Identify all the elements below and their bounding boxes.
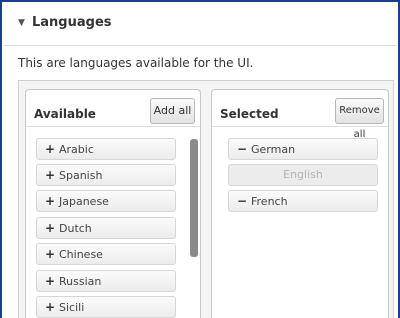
available-title: Available <box>34 107 96 121</box>
item-label: Sicili <box>59 301 85 314</box>
list-item[interactable]: − French <box>228 190 378 212</box>
languages-widget: ▼ Languages This are languages available… <box>0 0 400 318</box>
remove-all-button[interactable]: Remove all <box>335 98 384 140</box>
list-item-disabled: English <box>228 164 378 186</box>
item-label: Arabic <box>59 143 94 156</box>
list-item[interactable]: + Chinese <box>36 243 176 265</box>
plus-icon: + <box>45 247 56 261</box>
minus-icon: − <box>237 194 248 208</box>
item-label: Chinese <box>59 248 103 261</box>
item-label: Dutch <box>59 222 92 235</box>
section-description: This are languages available for the UI. <box>18 56 254 70</box>
plus-icon: + <box>45 142 56 156</box>
plus-icon: + <box>45 300 56 314</box>
list-item[interactable]: + Arabic <box>36 138 176 160</box>
item-label: Japanese <box>59 195 109 208</box>
plus-icon: + <box>45 274 56 288</box>
selected-list-box: Selected Remove all − German English − Fre… <box>211 89 389 318</box>
plus-icon: + <box>45 194 56 208</box>
available-list[interactable]: + Arabic + Spanish + Japanese + Dutch + Chine… <box>26 126 200 318</box>
list-item[interactable]: + Japanese <box>36 190 176 212</box>
list-item[interactable]: + Russian <box>36 270 176 292</box>
list-item[interactable]: + Dutch <box>36 217 176 239</box>
selected-title: Selected <box>220 107 279 121</box>
list-item[interactable]: + Spanish <box>36 164 176 186</box>
add-all-button[interactable]: Add all <box>150 98 195 124</box>
available-list-box: Available Add all + Arabic + Spanish + Japa… <box>25 89 201 318</box>
item-label: Russian <box>59 275 102 288</box>
section-header[interactable]: ▼ Languages <box>4 4 396 46</box>
plus-icon: + <box>45 221 56 235</box>
language-picker-panel: Available Add all + Arabic + Spanish + Japa… <box>18 80 394 318</box>
item-label: English <box>283 168 323 181</box>
list-item[interactable]: − German <box>228 138 378 160</box>
item-label: German <box>251 143 296 156</box>
item-label: Spanish <box>59 169 103 182</box>
section-title: Languages <box>32 15 112 30</box>
item-label: French <box>251 195 288 208</box>
triangle-down-icon[interactable]: ▼ <box>18 18 25 28</box>
selected-list[interactable]: − German English − French <box>212 126 388 318</box>
scrollbar-thumb[interactable] <box>190 139 198 257</box>
list-item[interactable]: + Sicili <box>36 296 176 318</box>
plus-icon: + <box>45 168 56 182</box>
minus-icon: − <box>237 142 248 156</box>
